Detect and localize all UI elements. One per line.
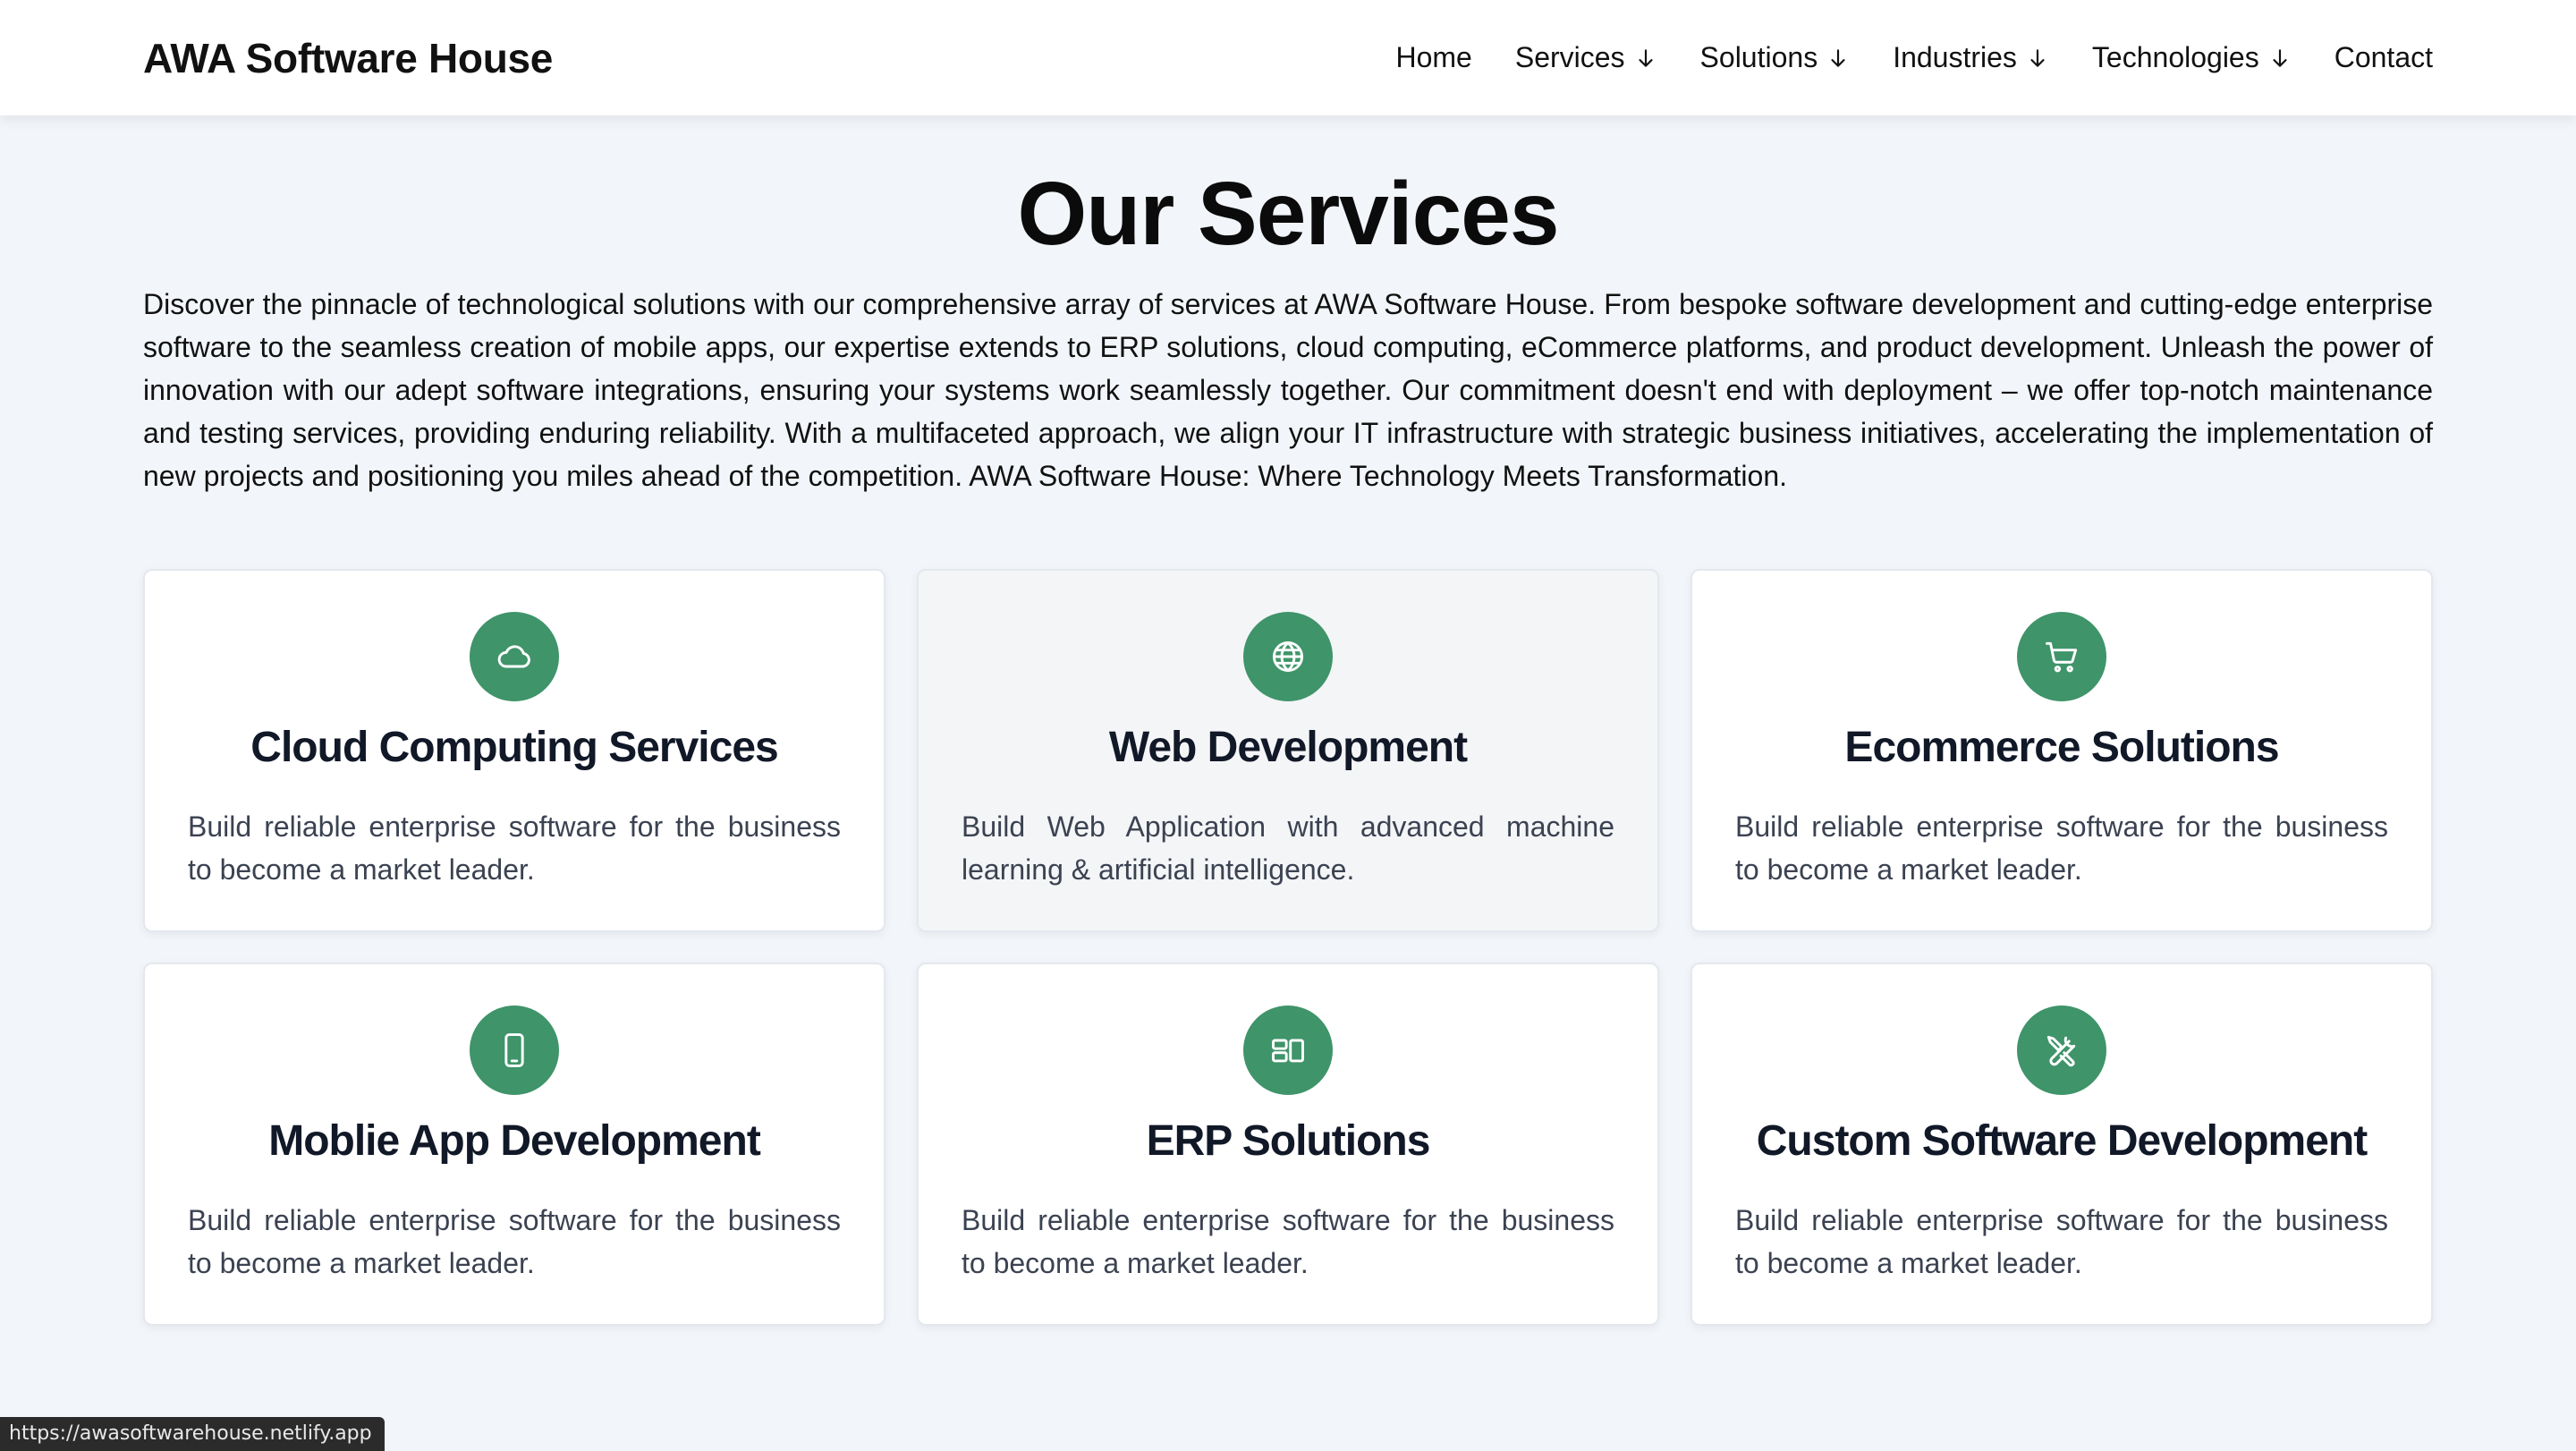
nav-services-label: Services	[1514, 41, 1625, 73]
nav-home-label: Home	[1395, 41, 1472, 73]
cloud-icon	[470, 612, 559, 701]
nav-industries-label: Industries	[1893, 41, 2017, 73]
nav-solutions-label: Solutions	[1699, 41, 1818, 73]
service-card-title: ERP Solutions	[1146, 1117, 1431, 1165]
service-card-title: Cloud Computing Services	[250, 724, 778, 771]
page-title: Our Services	[1017, 164, 1559, 264]
nav-contact-label: Contact	[2334, 41, 2433, 73]
top-navbar: AWA Software House Home Services Solutio…	[0, 0, 2576, 115]
service-card-web[interactable]: Web Development Build Web Application wi…	[917, 569, 1659, 932]
nav-technologies[interactable]: Technologies	[2092, 41, 2292, 74]
nav-technologies-label: Technologies	[2091, 41, 2259, 73]
service-card-ecommerce[interactable]: Ecommerce Solutions Build reliable enter…	[1690, 569, 2433, 932]
service-card-mobile[interactable]: Moblie App Development Build reliable en…	[143, 963, 886, 1326]
service-card-title: Ecommerce Solutions	[1844, 724, 2279, 771]
services-intro: Discover the pinnacle of technological s…	[143, 288, 2433, 492]
globe-icon	[1243, 612, 1333, 701]
service-card-cloud[interactable]: Cloud Computing Services Build reliable …	[143, 569, 886, 932]
service-card-custom[interactable]: Custom Software Development Build reliab…	[1690, 963, 2433, 1326]
arrow-down-icon	[2030, 48, 2045, 67]
arrow-down-icon	[2273, 48, 2287, 67]
service-card-erp[interactable]: ERP Solutions Build reliable enterprise …	[917, 963, 1659, 1326]
arrow-down-icon	[1638, 48, 1653, 67]
service-card-desc: Build reliable enterprise software for t…	[188, 810, 841, 886]
layout-icon	[1243, 1006, 1333, 1095]
service-card-desc: Build reliable enterprise software for t…	[1735, 810, 2388, 886]
service-card-title: Web Development	[1108, 724, 1468, 771]
service-card-desc: Build Web Application with advanced mach…	[962, 810, 1614, 886]
service-card-title: Moblie App Development	[268, 1117, 761, 1165]
tools-icon	[2017, 1006, 2106, 1095]
phone-icon	[470, 1006, 559, 1095]
main-nav: Home Services Solutions Industries Techn…	[1395, 41, 2433, 74]
brand-logo-text[interactable]: AWA Software House	[143, 34, 553, 82]
nav-home[interactable]: Home	[1395, 41, 1471, 74]
service-card-title: Custom Software Development	[1756, 1117, 2368, 1165]
nav-solutions[interactable]: Solutions	[1700, 41, 1851, 74]
service-card-desc: Build reliable enterprise software for t…	[962, 1204, 1614, 1279]
status-bar-url: https://awasoftwarehouse.netlify.app	[0, 1417, 385, 1451]
nav-contact[interactable]: Contact	[2334, 41, 2433, 74]
service-card-desc: Build reliable enterprise software for t…	[1735, 1204, 2388, 1279]
nav-services[interactable]: Services	[1515, 41, 1657, 74]
services-grid: Cloud Computing Services Build reliable …	[143, 569, 2433, 1326]
service-card-desc: Build reliable enterprise software for t…	[188, 1204, 841, 1279]
arrow-down-icon	[1831, 48, 1845, 67]
nav-industries[interactable]: Industries	[1893, 41, 2049, 74]
cart-icon	[2017, 612, 2106, 701]
